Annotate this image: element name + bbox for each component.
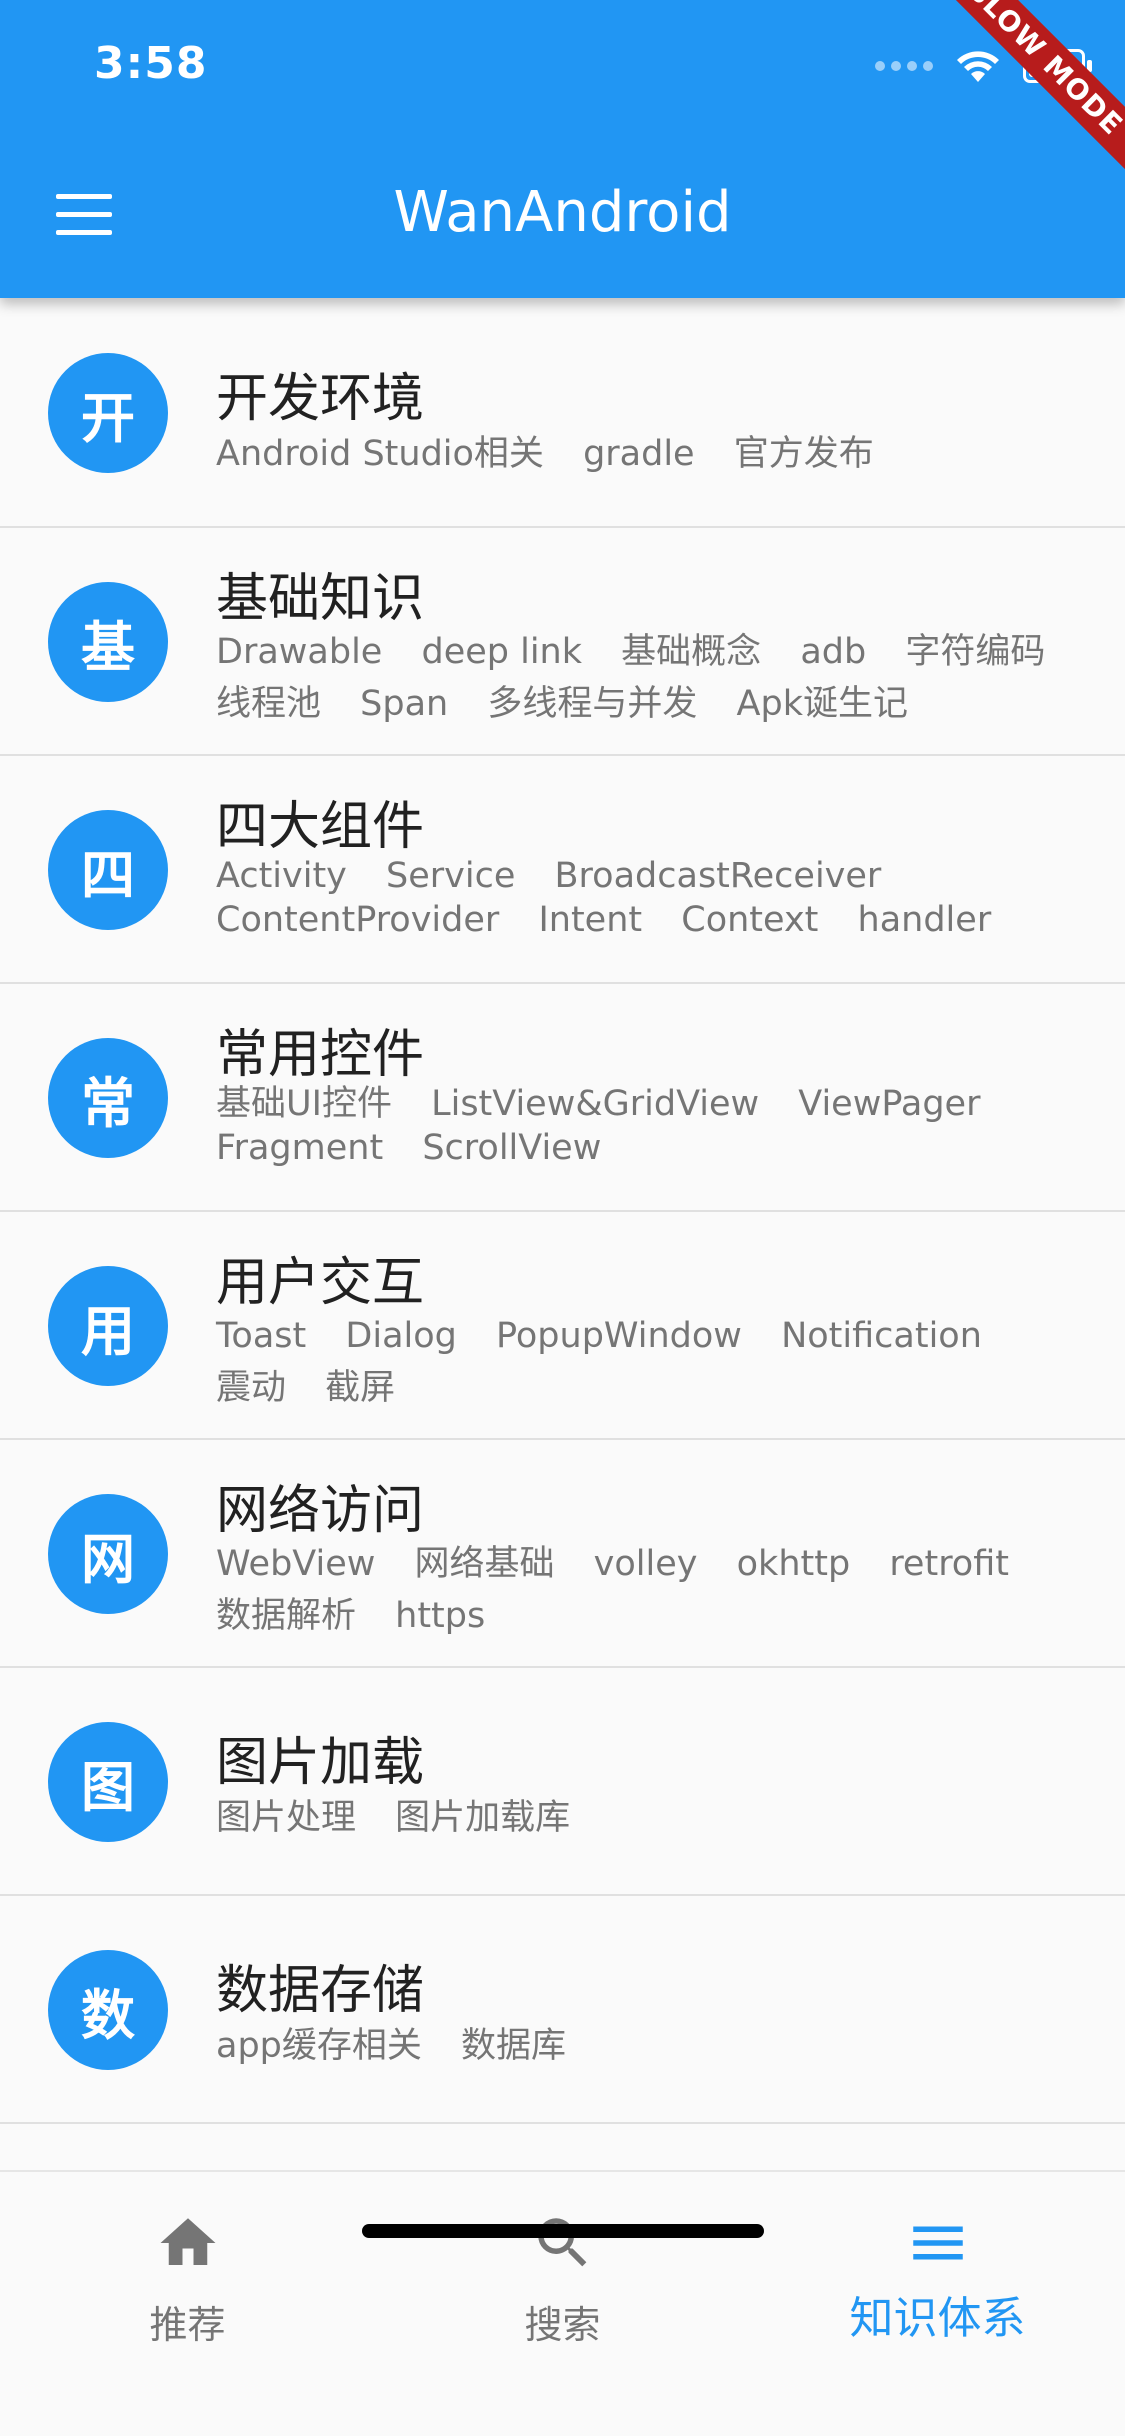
bottom-navigation: 推荐 搜索 知识体系 — [0, 2170, 1125, 2436]
topic-tags: app缓存相关 数据库 — [216, 2020, 1076, 2072]
topic-list[interactable]: 开 开发环境 Android Studio相关 gradle 官方发布 基 基础… — [0, 298, 1125, 2170]
tag[interactable]: app缓存相关 — [216, 2020, 422, 2072]
tag[interactable]: Service — [386, 854, 515, 898]
tag[interactable]: 数据库 — [461, 2020, 566, 2072]
tab-recommend[interactable]: 推荐 — [0, 2172, 375, 2372]
topic-title: 常用控件 — [216, 1025, 425, 1085]
tag[interactable]: 图片处理 — [216, 1792, 356, 1844]
tag[interactable]: volley — [594, 1538, 698, 1590]
tab-label: 知识体系 — [849, 2293, 1026, 2344]
tag[interactable]: ListView&GridView — [431, 1082, 759, 1126]
topic-title: 开发环境 — [216, 369, 425, 429]
search-icon — [537, 2218, 586, 2267]
topic-title: 四大组件 — [216, 797, 425, 857]
tag[interactable]: 数据解析 — [216, 1590, 356, 1642]
tag[interactable]: Dialog — [345, 1310, 456, 1362]
topic-title: 用户交互 — [216, 1253, 425, 1313]
tag[interactable]: Toast — [216, 1310, 306, 1362]
tag[interactable]: retrofit — [889, 1538, 1009, 1590]
tab-label: 搜索 — [524, 2303, 601, 2347]
topic-avatar: 用 — [48, 1266, 168, 1386]
topic-title: 图片加载 — [216, 1733, 425, 1793]
status-time: 3:58 — [94, 38, 208, 89]
list-item[interactable]: 图 图片加载 图片处理 图片加载库 — [0, 1668, 1125, 1896]
tag[interactable]: 截屏 — [325, 1362, 395, 1414]
list-icon — [912, 2226, 963, 2260]
tag[interactable]: ContentProvider — [216, 898, 499, 942]
app-bar: 3:58 SLOW MODE WanAndroid — [0, 0, 1125, 298]
topic-tags: 基础UI控件 ListView&GridView ViewPager Fragm… — [216, 1082, 1076, 1170]
tag[interactable]: okhttp — [737, 1538, 851, 1590]
tag[interactable]: 震动 — [216, 1362, 286, 1414]
tab-knowledge[interactable]: 知识体系 — [750, 2172, 1125, 2372]
tag[interactable]: Android Studio相关 — [216, 428, 544, 480]
tag[interactable]: Fragment — [216, 1126, 383, 1170]
topic-title: 数据存储 — [216, 1961, 425, 2021]
tag[interactable]: WebView — [216, 1538, 375, 1590]
list-item[interactable]: 数 数据存储 app缓存相关 数据库 — [0, 1896, 1125, 2124]
tag[interactable]: Span — [360, 678, 448, 730]
tag[interactable]: 官方发布 — [734, 428, 874, 480]
tag[interactable]: adb — [800, 626, 866, 678]
list-item[interactable]: 四 四大组件 Activity Service BroadcastReceive… — [0, 756, 1125, 984]
tag[interactable]: 多线程与并发 — [487, 678, 697, 730]
tag[interactable]: 网络基础 — [415, 1538, 555, 1590]
tag[interactable]: 基础概念 — [621, 626, 761, 678]
tag[interactable]: Apk诞生记 — [737, 678, 908, 730]
topic-tags: WebView 网络基础 volley okhttp retrofit 数据解析… — [216, 1538, 1076, 1642]
tag[interactable]: 图片加载库 — [395, 1792, 570, 1844]
tag[interactable]: Notification — [781, 1310, 982, 1362]
tag[interactable]: deep link — [421, 626, 582, 678]
home-icon — [160, 2218, 215, 2265]
topic-avatar: 常 — [48, 1038, 168, 1158]
tab-search[interactable]: 搜索 — [375, 2172, 750, 2372]
tag[interactable]: PopupWindow — [496, 1310, 742, 1362]
topic-tags: Activity Service BroadcastReceiver Conte… — [216, 854, 1076, 942]
cellular-signal-icon — [875, 61, 933, 71]
topic-avatar: 网 — [48, 1494, 168, 1614]
topic-tags: Android Studio相关 gradle 官方发布 — [216, 428, 1076, 480]
tag[interactable]: 字符编码 — [905, 626, 1045, 678]
tag[interactable]: gradle — [583, 428, 695, 480]
topic-tags: 图片处理 图片加载库 — [216, 1792, 1076, 1844]
tag[interactable]: BroadcastReceiver — [555, 854, 882, 898]
tag[interactable]: Activity — [216, 854, 347, 898]
topic-avatar: 图 — [48, 1722, 168, 1842]
list-item[interactable]: 网 网络访问 WebView 网络基础 volley okhttp retrof… — [0, 1440, 1125, 1668]
list-item[interactable]: 开 开发环境 Android Studio相关 gradle 官方发布 — [0, 298, 1125, 528]
wifi-icon — [957, 51, 999, 82]
list-item[interactable]: 基 基础知识 Drawable deep link 基础概念 adb 字符编码 … — [0, 528, 1125, 756]
home-indicator — [362, 2224, 764, 2238]
tag[interactable]: ViewPager — [798, 1082, 980, 1126]
topic-tags: Drawable deep link 基础概念 adb 字符编码 线程池 Spa… — [216, 626, 1076, 730]
topic-avatar: 开 — [48, 353, 168, 473]
tag[interactable]: https — [395, 1590, 485, 1642]
topic-avatar: 四 — [48, 810, 168, 930]
topic-title: 基础知识 — [216, 569, 425, 629]
debug-banner: SLOW MODE — [923, 0, 1125, 180]
tag[interactable]: handler — [858, 898, 992, 942]
tag[interactable]: 线程池 — [216, 678, 321, 730]
tab-label: 推荐 — [149, 2303, 226, 2347]
topic-title: 网络访问 — [216, 1481, 425, 1541]
tag[interactable]: 基础UI控件 — [216, 1082, 392, 1126]
topic-avatar: 数 — [48, 1950, 168, 2070]
topic-avatar: 基 — [48, 582, 168, 702]
tag[interactable]: ScrollView — [422, 1126, 601, 1170]
topic-tags: Toast Dialog PopupWindow Notification 震动… — [216, 1310, 1076, 1414]
tag[interactable]: Context — [681, 898, 818, 942]
page-title: WanAndroid — [393, 180, 732, 245]
list-item[interactable]: 常 常用控件 基础UI控件 ListView&GridView ViewPage… — [0, 984, 1125, 1212]
tag[interactable]: Drawable — [216, 626, 382, 678]
tag[interactable]: Intent — [538, 898, 642, 942]
list-item[interactable]: 用 用户交互 Toast Dialog PopupWindow Notifica… — [0, 1212, 1125, 1440]
